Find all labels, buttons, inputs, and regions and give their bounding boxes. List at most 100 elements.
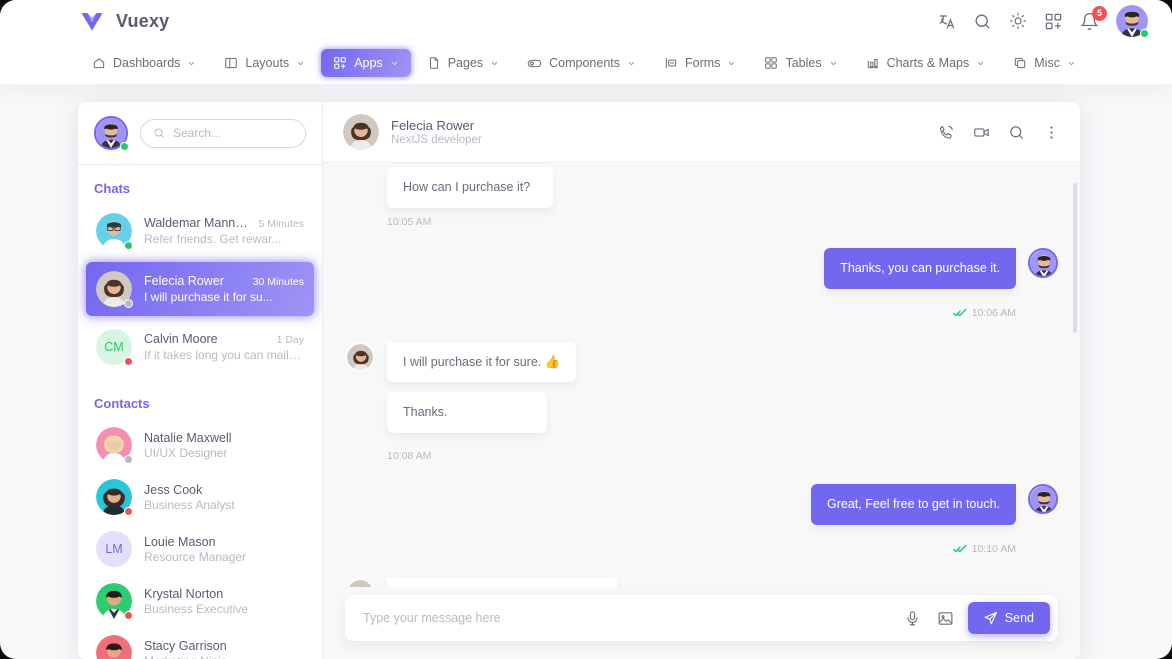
contact-meta: Louie Mason Resource Manager (144, 535, 246, 564)
main-menu-bar: Dashboards Layouts Apps Pages Components… (0, 42, 1172, 84)
composer-box[interactable]: Send (345, 595, 1058, 641)
brand[interactable]: Vuexy (78, 7, 169, 35)
chat-preview: I will purchase it for su... (144, 290, 273, 304)
send-button[interactable]: Send (967, 602, 1050, 634)
menu-label: Forms (685, 56, 721, 70)
notification-badge: 5 (1092, 5, 1107, 21)
menu-item-apps[interactable]: Apps (321, 49, 411, 77)
avatar-spacer (345, 181, 375, 228)
home-icon (93, 58, 105, 69)
microphone-icon[interactable] (904, 610, 921, 627)
contact-name: Louie Mason (144, 534, 216, 549)
menu-item-charts-maps[interactable]: Charts & Maps (854, 49, 998, 77)
contact-list-item[interactable]: LM Louie Mason Resource Manager (86, 523, 314, 575)
message-group: Do you have design files for Vuexy? 10:1… (345, 577, 1058, 587)
send-label: Send (1004, 611, 1034, 625)
copy-icon (1015, 57, 1026, 69)
language-icon[interactable] (937, 12, 956, 31)
message-group: I will purchase it for sure. 👍 Thanks. 1… (345, 341, 1058, 462)
contact-list-item[interactable]: Jess Cook Business Analyst (86, 471, 314, 523)
chat-name: Felecia Rower (144, 274, 224, 288)
avatar-image (96, 635, 132, 659)
contact-list-item[interactable]: Stacy Garrison Marketing Ninja (86, 627, 314, 659)
avatar: LM (96, 531, 132, 567)
chevron-down-icon (830, 61, 836, 65)
chat-time: 30 Minutes (252, 276, 304, 288)
time-text: 10:05 AM (387, 215, 432, 228)
sidebar-search-box[interactable] (140, 118, 306, 148)
menu-item-pages[interactable]: Pages (415, 49, 511, 77)
menu-item-tables[interactable]: Tables (752, 49, 849, 77)
message-input[interactable] (363, 611, 904, 625)
menu-item-misc[interactable]: Misc (1001, 49, 1088, 77)
theme-toggle-sun-icon[interactable] (1009, 12, 1027, 30)
status-dot-offline (124, 455, 133, 464)
message-bubble-incoming: Do you have design files for Vuexy? (387, 577, 618, 587)
more-vertical-icon[interactable] (1043, 124, 1060, 141)
chevron-down-icon (298, 61, 304, 65)
avatar: CM (96, 329, 133, 366)
search-icon[interactable] (1008, 124, 1025, 141)
message-bubble-incoming: How can I purchase it? (387, 167, 553, 208)
menu-item-dashboards[interactable]: Dashboards (80, 49, 208, 77)
chat-header-meta: Felecia Rower NextJS developer (391, 118, 482, 146)
menu-item-components[interactable]: Components (515, 49, 648, 78)
contacts-section-title: Contacts (94, 396, 150, 411)
chat-list-item[interactable]: CM Calvin Moore 1 Day If it takes long y… (86, 320, 314, 374)
search-icon[interactable] (973, 12, 992, 31)
avatar (96, 635, 132, 659)
menu-label: Components (549, 56, 621, 70)
chat-list-item-active[interactable]: Felecia Rower 30 Minutes I will purchase… (86, 262, 314, 316)
avatar (1028, 484, 1058, 514)
search-input[interactable] (173, 126, 293, 140)
chat-preview: Refer friends. Get rewar... (144, 232, 282, 246)
contact-list-item[interactable]: Krystal Norton Business Executive (86, 575, 314, 627)
image-icon[interactable] (937, 610, 954, 627)
avatar-initials: LM (96, 531, 132, 567)
status-dot-online (120, 142, 129, 151)
chat-application: Chats (78, 102, 1080, 659)
avatar (96, 213, 133, 250)
contact-name: Stacy Garrison (144, 638, 227, 653)
notifications-bell-icon[interactable]: 5 (1080, 5, 1107, 31)
menu-item-forms[interactable]: Forms (652, 49, 748, 77)
avatar-image (345, 577, 375, 587)
bar-chart-icon (867, 59, 878, 69)
avatar (345, 341, 375, 372)
message-group: Thanks, you can purchase it. 10:06 AM (345, 247, 1058, 320)
layout-icon (225, 57, 238, 69)
messages-scrollbar[interactable] (1073, 183, 1077, 333)
chat-list-item[interactable]: Waldemar Mannering 5 Minutes Refer frien… (86, 204, 314, 258)
send-icon (984, 611, 997, 625)
contact-meta: Natalie Maxwell UI/UX Designer (144, 431, 232, 460)
message-bubbles: Thanks, you can purchase it. 10:06 AM (824, 247, 1016, 320)
message-list[interactable]: How can I purchase it? 10:05 AM Thanks, … (323, 163, 1080, 587)
avatar (1028, 247, 1058, 278)
avatar-image (1028, 484, 1058, 514)
chats-section-title: Chats (94, 181, 131, 196)
video-camera-icon[interactable] (973, 124, 990, 141)
toggle-icon (527, 59, 542, 67)
chat-header-avatar[interactable] (343, 114, 379, 150)
avatar-image (345, 341, 375, 372)
sidebar-user-avatar[interactable] (94, 116, 129, 151)
chat-panel: Felecia Rower NextJS developer How can I… (323, 102, 1080, 659)
chevron-down-icon (978, 61, 984, 65)
time-text: 10:06 AM (971, 306, 1016, 319)
apps-grid-icon[interactable] (1044, 12, 1063, 31)
status-dot-busy (124, 507, 133, 516)
message-bubbles: I will purchase it for sure. 👍 Thanks. 1… (387, 341, 577, 462)
user-avatar[interactable] (1116, 5, 1149, 38)
chat-time: 5 Minutes (258, 218, 304, 230)
file-icon (429, 57, 438, 69)
status-dot-offline (124, 299, 133, 308)
avatar (96, 479, 133, 516)
contact-list-item[interactable]: Natalie Maxwell UI/UX Designer (86, 419, 314, 471)
chevron-down-icon (628, 61, 635, 65)
contact-name: Jess Cook (144, 482, 203, 497)
phone-call-icon[interactable] (938, 124, 955, 141)
chevron-down-icon (391, 61, 397, 65)
menu-label: Charts & Maps (886, 56, 970, 70)
chat-meta: Waldemar Mannering 5 Minutes Refer frien… (144, 216, 304, 246)
menu-item-layouts[interactable]: Layouts (212, 49, 317, 77)
